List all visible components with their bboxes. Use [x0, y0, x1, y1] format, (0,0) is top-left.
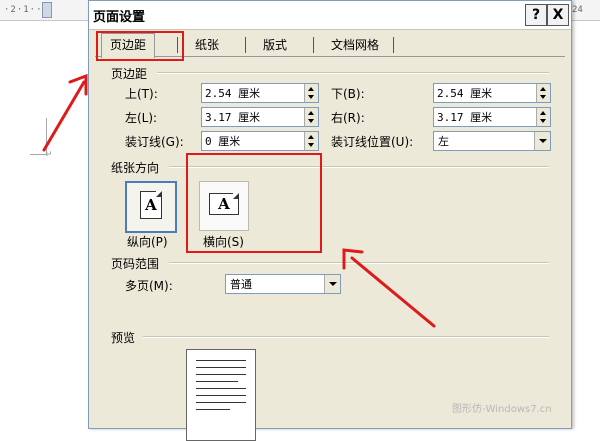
preview-text-line [196, 360, 246, 361]
bottom-margin-spinner[interactable]: 2.54 厘米 [433, 83, 551, 103]
bottom-margin-label: 下(B): [331, 87, 365, 101]
spin-down-icon[interactable] [540, 119, 546, 123]
dialog-title: 页面设置 [93, 10, 146, 25]
gutter-label: 装订线(G): [125, 135, 184, 149]
gutter-position-label: 装订线位置(U): [331, 135, 414, 149]
bottom-margin-value: 2.54 厘米 [437, 87, 493, 100]
preview-text-line [196, 395, 246, 396]
indent-marker[interactable] [42, 2, 52, 18]
spinner-arrows[interactable] [536, 108, 550, 126]
spin-up-icon[interactable] [308, 111, 314, 115]
watermark: 图形仿-Windows7.cn [452, 404, 552, 415]
right-margin-value: 3.17 厘米 [437, 111, 493, 124]
spin-down-icon[interactable] [540, 95, 546, 99]
dropdown-button[interactable] [324, 275, 340, 293]
portrait-button[interactable]: A [125, 181, 177, 233]
paragraph-mark-icon: ↵ [45, 150, 53, 160]
multiple-pages-value: 普通 [230, 278, 252, 291]
tab-separator [313, 37, 314, 53]
preview-text-line [196, 374, 246, 375]
section-divider [169, 262, 549, 264]
preview-text-line [196, 367, 246, 368]
section-pages-title: 页码范围 [111, 257, 160, 271]
section-divider [157, 72, 549, 74]
dropdown-button[interactable] [534, 132, 550, 150]
annotation-box-landscape [186, 153, 322, 253]
tab-margins[interactable]: 页边距 [101, 33, 156, 58]
right-margin-spinner[interactable]: 3.17 厘米 [433, 107, 551, 127]
spin-up-icon[interactable] [540, 111, 546, 115]
top-margin-label: 上(T): [125, 87, 158, 101]
spin-up-icon[interactable] [308, 135, 314, 139]
letter-a-icon: A [145, 196, 157, 214]
arrow-to-tab-head [68, 73, 88, 96]
dialog-titlebar[interactable]: 页面设置 ? X [89, 1, 571, 30]
portrait-label[interactable]: 纵向(P) [127, 233, 168, 250]
preview-text-line [196, 388, 246, 389]
spin-down-icon[interactable] [308, 95, 314, 99]
spin-down-icon[interactable] [308, 119, 314, 123]
multiple-pages-select[interactable]: 普通 [225, 274, 341, 294]
ruler-ticks-left: ·2·1·· [4, 5, 43, 15]
spinner-arrows[interactable] [304, 108, 318, 126]
tab-document-grid[interactable]: 文档网格 [323, 35, 387, 55]
help-button[interactable]: ? [525, 4, 547, 26]
spin-down-icon[interactable] [308, 143, 314, 147]
spin-up-icon[interactable] [308, 87, 314, 91]
spinner-arrows[interactable] [304, 84, 318, 102]
section-preview-title: 预览 [111, 331, 136, 345]
left-margin-value: 3.17 厘米 [205, 111, 261, 124]
margin-corner-vertical [46, 118, 47, 154]
top-margin-value: 2.54 厘米 [205, 87, 261, 100]
spin-up-icon[interactable] [540, 87, 546, 91]
preview-page [186, 349, 256, 441]
chevron-down-icon [539, 139, 547, 143]
right-margin-label: 右(R): [331, 111, 365, 125]
top-margin-spinner[interactable]: 2.54 厘米 [201, 83, 319, 103]
section-margins-title: 页边距 [111, 67, 148, 81]
tab-paper[interactable]: 纸张 [187, 35, 227, 55]
gutter-position-select[interactable]: 左 [433, 131, 551, 151]
tab-separator [245, 37, 246, 53]
spinner-arrows[interactable] [536, 84, 550, 102]
section-orientation-title: 纸张方向 [111, 161, 160, 175]
gutter-value: 0 厘米 [205, 135, 241, 148]
ruler-ticks-right: 24 [572, 5, 583, 15]
preview-text-line [196, 409, 230, 410]
preview-text-line [196, 381, 238, 382]
portrait-page-icon: A [140, 191, 162, 219]
multiple-pages-label: 多页(M): [125, 279, 173, 293]
page-setup-dialog: 页面设置 ? X 页边距 纸张 版式 文档网格 页边距 上(T): 2.54 厘… [88, 0, 572, 429]
left-margin-spinner[interactable]: 3.17 厘米 [201, 107, 319, 127]
close-button[interactable]: X [547, 4, 569, 26]
spinner-arrows[interactable] [304, 132, 318, 150]
preview-text-line [196, 402, 246, 403]
tab-separator [393, 37, 394, 53]
tab-layout[interactable]: 版式 [255, 35, 295, 55]
chevron-down-icon [329, 282, 337, 286]
gutter-position-value: 左 [438, 135, 449, 148]
arrow-to-tab-line [42, 80, 86, 152]
section-divider [143, 336, 549, 338]
gutter-spinner[interactable]: 0 厘米 [201, 131, 319, 151]
left-margin-label: 左(L): [125, 111, 158, 125]
